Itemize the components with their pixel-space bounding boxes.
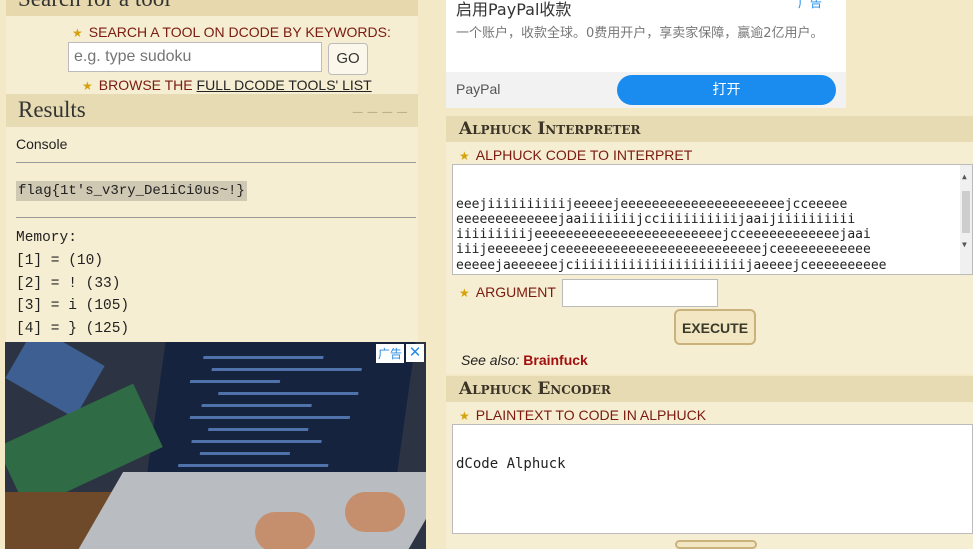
alphuck-code-text: eeejiiiiiiiiiijeeeeejeeeeeeeeeeeeeeeeeee…: [456, 197, 887, 274]
search-panel: Search for a tool ★SEARCH A TOOL ON DCOD…: [6, 0, 418, 101]
search-keywords-label: ★ SEARCH A TOOL ON DCODE BY KEYWORDS:: [72, 24, 391, 40]
memory-cell: [3] = i (105): [16, 298, 130, 314]
star-icon: ★: [72, 26, 83, 40]
code-label: ★ ALPHUCK CODE TO INTERPRET: [459, 147, 693, 163]
memory-cell: [1] = (10): [16, 253, 104, 269]
plaintext-textarea[interactable]: dCode Alphuck: [452, 424, 973, 534]
star-icon: ★: [459, 149, 470, 163]
encoder-header: Alphuck Encoder: [446, 376, 973, 402]
star-icon: ★: [459, 286, 470, 300]
brainfuck-link[interactable]: Brainfuck: [523, 352, 588, 368]
browse-tools: ★ BROWSE THE FULL DCODE TOOLS' LIST: [82, 77, 372, 93]
search-title: Search for a tool: [18, 0, 171, 12]
go-button[interactable]: GO: [328, 43, 368, 75]
results-title: Results: [18, 97, 86, 122]
execute-button[interactable]: EXECUTE: [674, 309, 756, 345]
results-header: Results — — — —: [6, 94, 418, 127]
memory-cell: [4] = } (125): [16, 321, 130, 337]
paypal-open-button[interactable]: 打开: [617, 75, 836, 105]
console-output: flag{1t's_v3ry_De1iCi0us~!}: [16, 181, 247, 201]
memory-cell: [2] = ! (33): [16, 276, 121, 292]
paypal-ad-body: 启用PayPal收款 广告 一个账户，收款全球。0费用开户，享卖家保障，赢逾2亿…: [446, 0, 846, 72]
interpreter-title: Alphuck Interpreter: [459, 119, 641, 139]
hand-image: [255, 512, 315, 549]
laptop-screen-image: [144, 342, 416, 492]
paypal-ad-title: 启用PayPal收款: [456, 0, 572, 19]
star-icon: ★: [459, 409, 470, 423]
plaintext-label: ★ PLAINTEXT TO CODE IN ALPHUCK: [459, 407, 707, 423]
search-title-bar: Search for a tool: [6, 0, 418, 16]
scroll-down-icon[interactable]: ▼: [962, 237, 967, 252]
scroll-thumb[interactable]: [962, 191, 970, 233]
star-icon: ★: [82, 79, 93, 93]
argument-label: ★ ARGUMENT: [459, 284, 556, 300]
close-icon[interactable]: ✕: [406, 344, 424, 362]
full-tools-list-link[interactable]: FULL DCODE TOOLS' LIST: [197, 77, 372, 93]
ad-badge: 广告: [375, 344, 404, 363]
textarea-scrollbar[interactable]: ▲ ▼: [960, 165, 972, 274]
paypal-ad-footer: PayPal 打开: [446, 72, 846, 108]
plaintext-text: dCode Alphuck: [456, 456, 566, 473]
encrypt-button[interactable]: [675, 540, 757, 549]
collapse-handle[interactable]: — — — —: [353, 107, 408, 118]
results-panel: Console flag{1t's_v3ry_De1iCi0us~!} Memo…: [6, 127, 418, 342]
encoder-title: Alphuck Encoder: [459, 379, 611, 399]
laptop-ad[interactable]: 广告 ✕: [5, 342, 426, 549]
interpreter-header: Alphuck Interpreter: [446, 116, 973, 142]
divider: [16, 217, 416, 218]
divider: [16, 162, 416, 163]
console-label: Console: [16, 136, 68, 152]
paypal-ad-link[interactable]: 广告: [798, 0, 822, 11]
memory-label: Memory:: [16, 230, 77, 246]
paypal-brand: PayPal: [456, 81, 501, 97]
right-column: 启用PayPal收款 广告 一个账户，收款全球。0费用开户，享卖家保障，赢逾2亿…: [446, 0, 973, 549]
hand-image: [345, 492, 405, 532]
left-column: Search for a tool ★SEARCH A TOOL ON DCOD…: [0, 0, 428, 549]
paypal-ad[interactable]: 启用PayPal收款 广告 一个账户，收款全球。0费用开户，享卖家保障，赢逾2亿…: [446, 0, 846, 108]
see-also: See also: Brainfuck: [461, 352, 588, 368]
paypal-ad-description: 一个账户，收款全球。0费用开户，享卖家保障，赢逾2亿用户。: [456, 26, 824, 41]
alphuck-code-textarea[interactable]: eeejiiiiiiiiiijeeeeejeeeeeeeeeeeeeeeeeee…: [452, 164, 973, 275]
search-input[interactable]: [68, 42, 322, 72]
argument-input[interactable]: [562, 279, 718, 307]
scroll-up-icon[interactable]: ▲: [962, 169, 967, 184]
